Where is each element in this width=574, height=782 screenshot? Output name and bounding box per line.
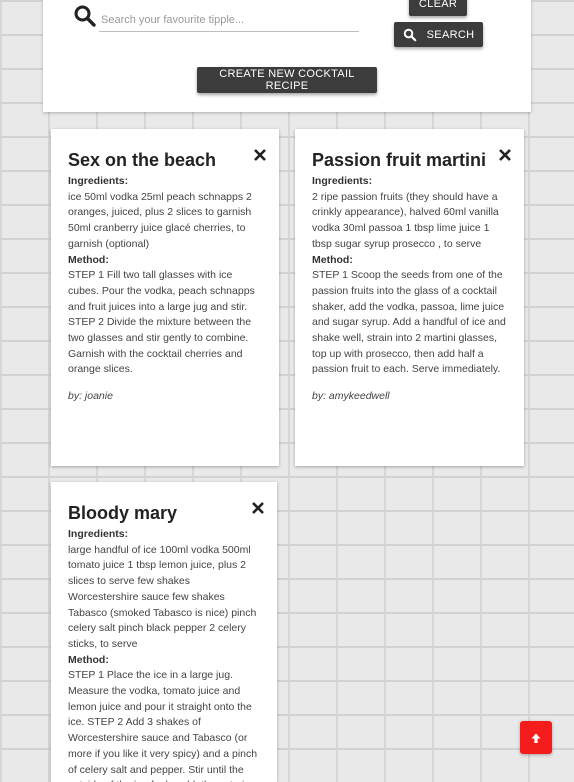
method-label: Method: (312, 253, 353, 266)
method-text: STEP 1 Place the ice in a large jug. Mea… (68, 669, 258, 782)
method-text: STEP 1 Fill two tall glasses with ice cu… (68, 269, 255, 376)
scroll-to-top-button[interactable] (520, 721, 552, 754)
search-button[interactable]: SEARCH (394, 22, 483, 47)
author: by: joanie (68, 390, 113, 403)
search-icon (73, 4, 97, 28)
close-icon[interactable] (499, 149, 511, 161)
clear-button[interactable]: CLEAR (409, 0, 467, 16)
cocktail-card: Bloody mary Ingredients: large handful o… (51, 482, 277, 782)
card-title: Bloody mary (68, 503, 178, 523)
arrow-up-icon (531, 733, 541, 743)
search-button-label: SEARCH (426, 28, 475, 41)
ingredients-text: 2 ripe passion fruits (they should have … (312, 190, 499, 250)
search-panel: CLEAR SEARCH CREATE NEW COCKTAIL RECIPE (43, 0, 531, 112)
card-title: Sex on the beach (68, 150, 217, 170)
close-icon[interactable] (252, 502, 264, 514)
card-title: Passion fruit martini (312, 150, 487, 170)
create-recipe-button[interactable]: CREATE NEW COCKTAIL RECIPE (197, 67, 377, 93)
cocktail-card: Sex on the beach Ingredients: ice 50ml v… (51, 129, 279, 466)
method-label: Method: (68, 653, 109, 666)
method-text: STEP 1 Scoop the seeds from one of the p… (312, 269, 506, 376)
search-icon (403, 28, 417, 41)
ingredients-label: Ingredients: (312, 175, 373, 187)
ingredients-label: Ingredients: (68, 528, 129, 540)
ingredients-text: ice 50ml vodka 25ml peach schnapps 2 ora… (68, 190, 252, 250)
cocktail-card: Passion fruit martini Ingredients: 2 rip… (295, 129, 524, 466)
close-icon[interactable] (254, 149, 266, 161)
search-input[interactable] (99, 9, 359, 32)
author: by: amykeedwell (312, 390, 390, 403)
method-label: Method: (68, 253, 109, 266)
ingredients-text: large handful of ice 100ml vodka 500ml t… (68, 543, 257, 650)
ingredients-label: Ingredients: (68, 175, 129, 187)
